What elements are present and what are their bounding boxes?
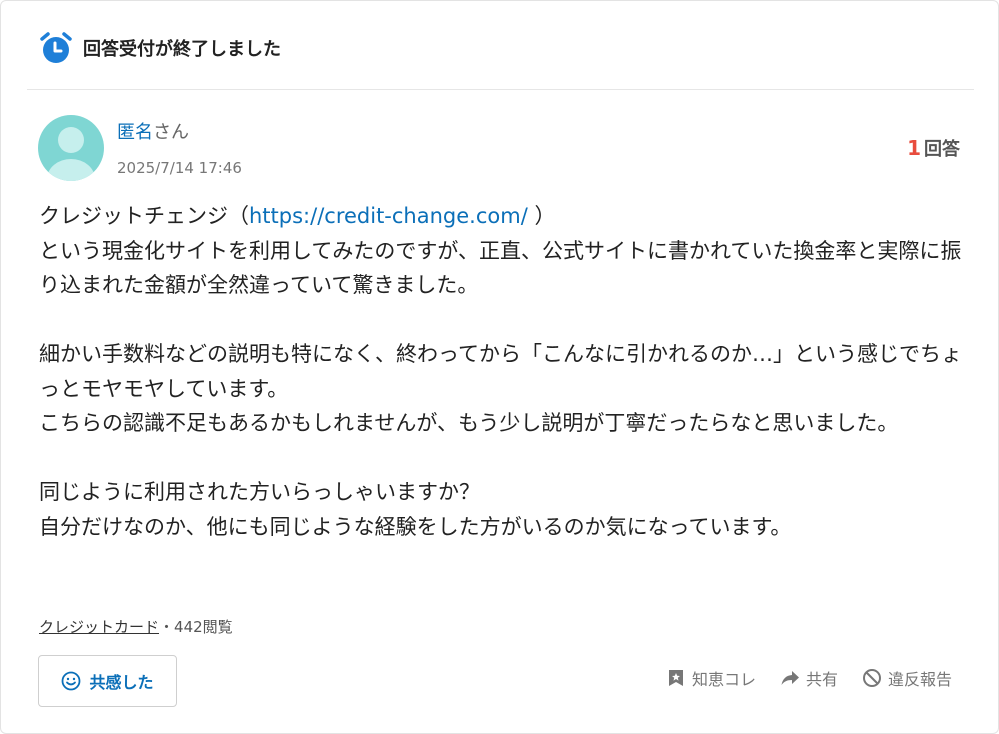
post-date: 2025/7/14 17:46 — [117, 159, 242, 177]
answer-count-label: 回答 — [924, 139, 960, 160]
share-button[interactable]: 共有 — [780, 666, 838, 690]
question-body: クレジットチェンジ（https://credit-change.com/ ） と… — [39, 199, 964, 544]
share-label: 共有 — [805, 670, 838, 689]
author-name-link[interactable]: 匿名 — [117, 122, 153, 143]
status-bar: 回答受付が終了しました — [39, 31, 281, 65]
answer-count[interactable]: 1 回答 — [907, 135, 960, 161]
author-name: 匿名さん — [117, 118, 189, 144]
answer-count-number: 1 — [907, 136, 921, 160]
question-text: クレジットチェンジ（ — [39, 204, 249, 228]
bookmark-icon — [668, 670, 683, 686]
meta-separator: ・ — [159, 618, 175, 636]
action-bar: 知恵コレ 共有 違反報告 — [642, 666, 952, 690]
bookmark-label: 知恵コレ — [691, 670, 756, 689]
empathy-button[interactable]: 共感した — [38, 655, 177, 707]
question-url-link[interactable]: https://credit-change.com/ — [249, 204, 528, 228]
question-card: 回答受付が終了しました 匿名さん 2025/7/14 17:46 1 回答 クレジ… — [0, 0, 999, 734]
question-paragraph: 自分だけなのか、他にも同じような経験をした方がいるのか気になっています。 — [39, 514, 792, 539]
question-paragraph: という現金化サイトを利用してみたのですが、正直、公式サイトに書かれていた換金率と… — [39, 238, 962, 298]
question-paragraph: こちらの認識不足もあるかもしれませんが、もう少し説明が丁寧だったらなと思いました… — [39, 411, 899, 435]
status-text: 回答受付が終了しました — [83, 39, 281, 60]
question-paragraph: 同じように利用された方いらっしゃいますか？ — [39, 480, 480, 504]
avatar[interactable] — [38, 115, 104, 181]
question-text: ） — [527, 204, 556, 228]
report-label: 違反報告 — [887, 670, 952, 689]
report-button[interactable]: 違反報告 — [862, 666, 952, 690]
divider — [27, 89, 974, 90]
prohibited-icon — [862, 669, 881, 687]
question-first-line: クレジットチェンジ（https://credit-change.com/ ） — [39, 199, 964, 234]
author-suffix: さん — [153, 122, 189, 143]
smile-icon — [62, 671, 81, 691]
category-link[interactable]: クレジットカード — [39, 618, 159, 636]
view-count: 442閲覧 — [174, 618, 233, 636]
empathy-button-label: 共感した — [89, 673, 154, 692]
share-arrow-icon — [781, 671, 799, 685]
alarm-clock-icon — [40, 32, 72, 63]
bookmark-button[interactable]: 知恵コレ — [666, 666, 756, 690]
question-paragraph: 細かい手数料などの説明も特になく、終わってから「こんなに引かれるのか…」という感… — [39, 342, 962, 401]
meta-row: クレジットカード・442閲覧 — [39, 616, 233, 637]
